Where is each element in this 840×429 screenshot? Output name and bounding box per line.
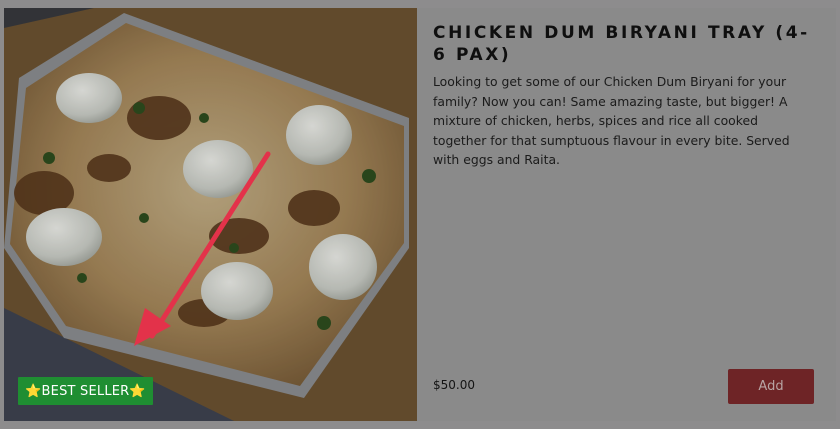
product-title: CHICKEN DUM BIRYANI TRAY (4-6 PAX) — [433, 23, 810, 65]
product-image: ⭐BEST SELLER⭐ — [4, 8, 417, 421]
product-price: $50.00 — [433, 378, 475, 392]
product-modal: ⭐BEST SELLER⭐ CHICKEN DUM BIRYANI TRAY (… — [4, 8, 836, 421]
add-to-cart-button[interactable]: Add — [728, 369, 814, 404]
product-description: Looking to get some of our Chicken Dum B… — [433, 74, 790, 167]
product-details: CHICKEN DUM BIRYANI TRAY (4-6 PAX) Looki… — [433, 8, 823, 421]
best-seller-badge: ⭐BEST SELLER⭐ — [18, 377, 153, 405]
